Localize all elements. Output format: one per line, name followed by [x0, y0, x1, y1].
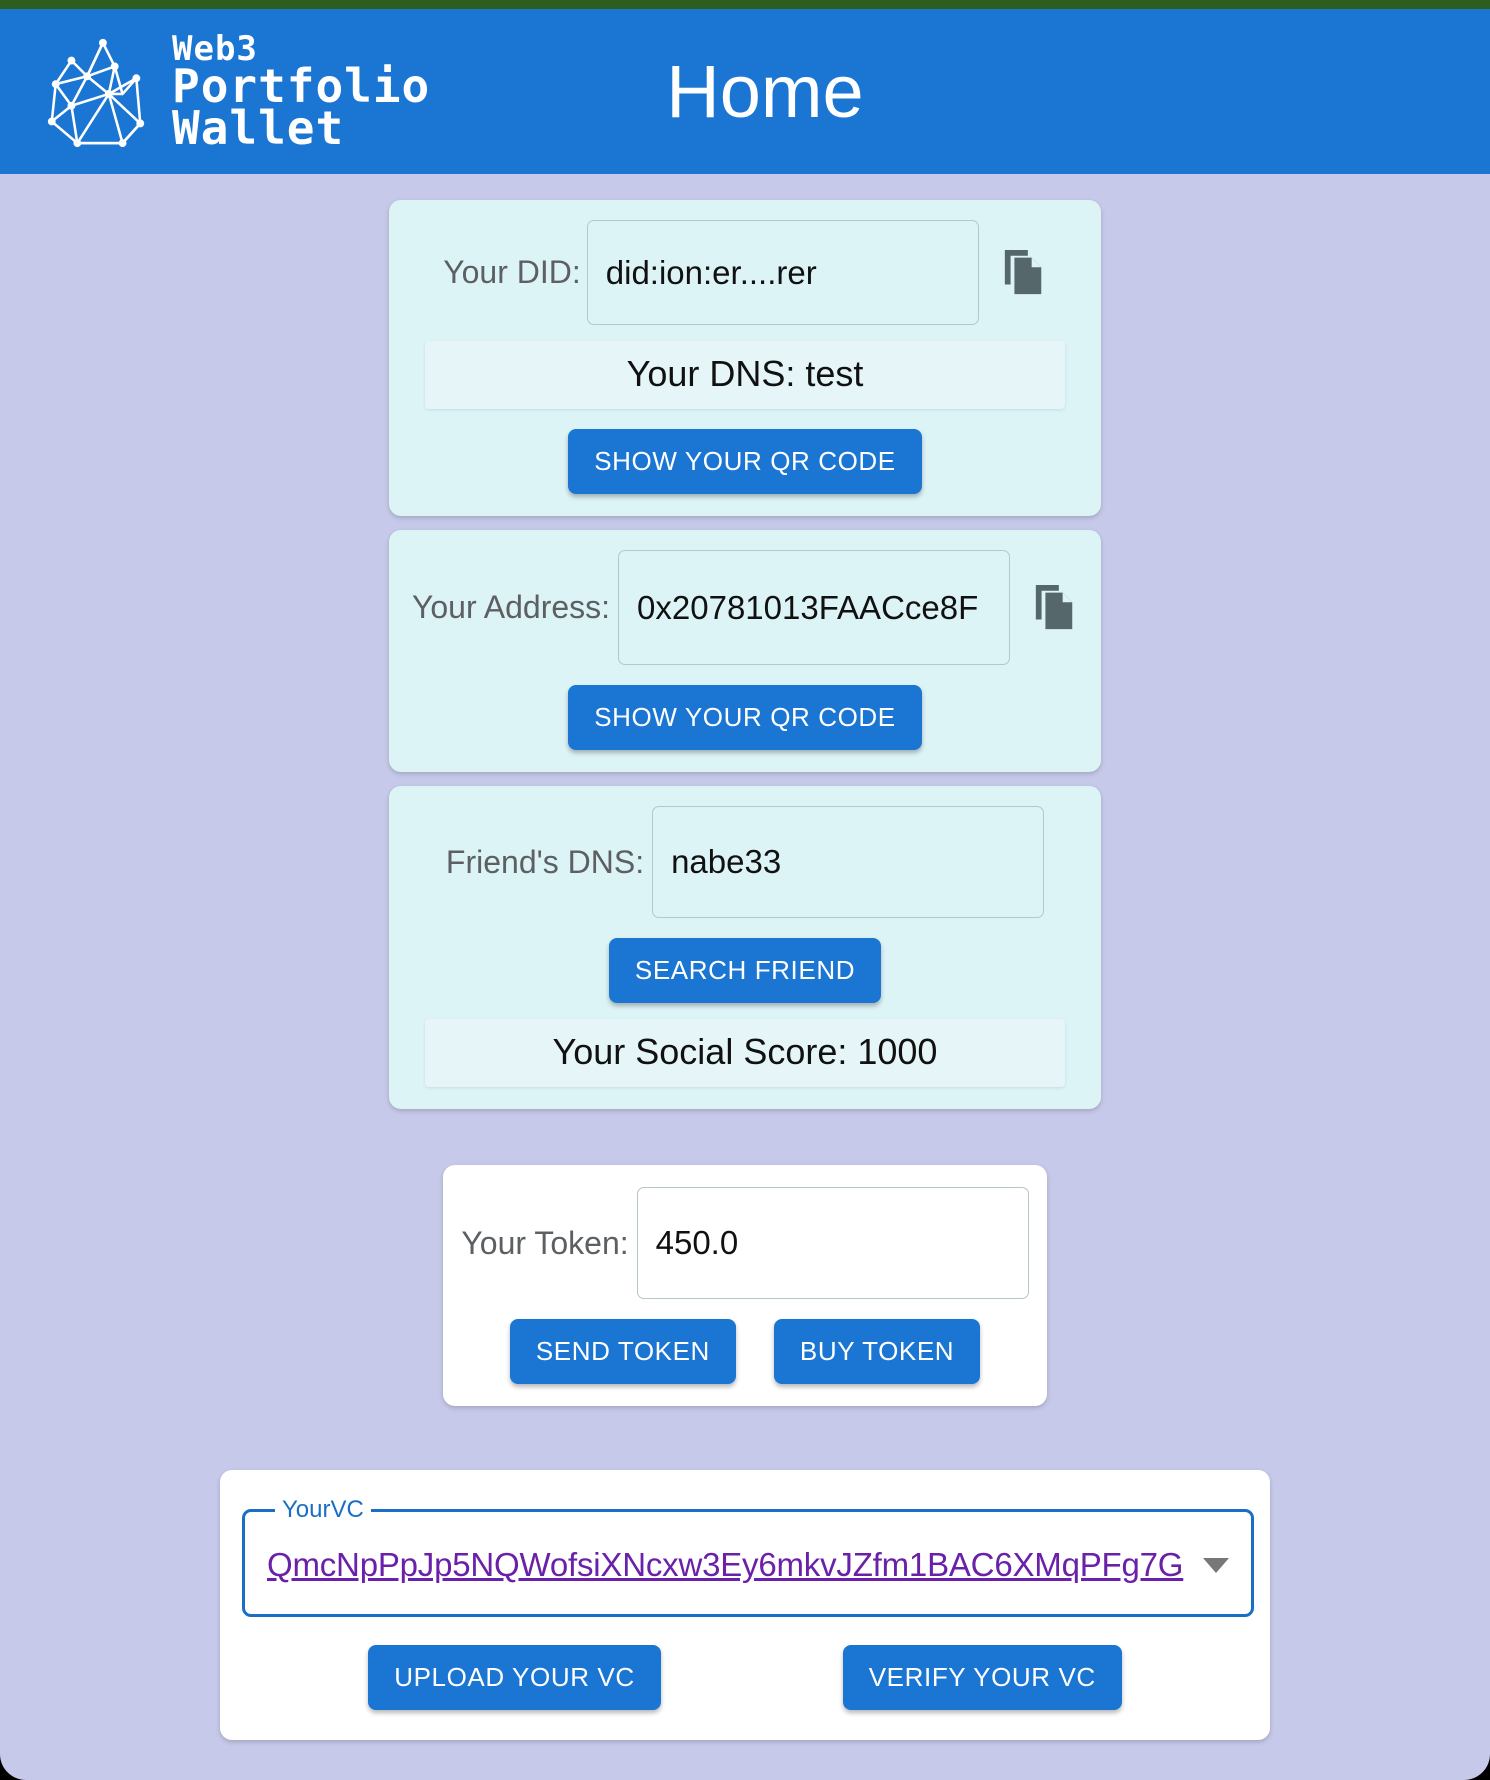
- copy-icon: [1004, 249, 1042, 294]
- vc-card: YourVC QmcNpPpJp5NQWofsiXNcxw3Ey6mkvJZfm…: [220, 1470, 1270, 1740]
- brand-wordmark: Web3 Portfolio Wallet: [172, 31, 430, 156]
- send-token-button[interactable]: SEND TOKEN: [509, 1319, 736, 1384]
- friend-card: Friend's DNS: SEARCH FRIEND Your Social …: [389, 786, 1101, 1109]
- vc-button-row: UPLOAD YOUR VC VERIFY YOUR VC: [242, 1645, 1248, 1710]
- did-input[interactable]: [586, 220, 979, 325]
- token-row: Your Token:: [443, 1187, 1047, 1299]
- did-button-row: SHOW YOUR QR CODE: [389, 429, 1101, 494]
- token-card: Your Token: SEND TOKEN BUY TOKEN: [443, 1165, 1047, 1406]
- did-card: Your DID: Your DNS: test SHOW YOUR QR CO…: [389, 200, 1101, 516]
- vc-selected-value[interactable]: QmcNpPpJp5NQWofsiXNcxw3Ey6mkvJZfm1BAC6XM…: [267, 1546, 1183, 1584]
- wireframe-polygon-logo: [47, 38, 145, 147]
- address-label: Your Address:: [411, 589, 611, 625]
- brand-line-3: Wallet: [172, 101, 345, 156]
- main-content: Your DID: Your DNS: test SHOW YOUR QR CO…: [0, 174, 1490, 1740]
- friend-dns-label: Friend's DNS:: [445, 843, 645, 880]
- did-row: Your DID:: [389, 220, 1101, 325]
- token-input[interactable]: [636, 1187, 1029, 1299]
- friend-dns-input[interactable]: [652, 806, 1045, 918]
- token-button-row: SEND TOKEN BUY TOKEN: [443, 1319, 1047, 1384]
- show-address-qr-button[interactable]: SHOW YOUR QR CODE: [568, 685, 922, 750]
- buy-token-button[interactable]: BUY TOKEN: [773, 1319, 981, 1384]
- token-label: Your Token:: [461, 1224, 629, 1261]
- vc-legend: YourVC: [282, 1496, 364, 1523]
- app-header: Web3 Portfolio Wallet Home: [0, 9, 1490, 174]
- address-input[interactable]: [618, 550, 1011, 665]
- vc-fieldset: YourVC QmcNpPpJp5NQWofsiXNcxw3Ey6mkvJZfm…: [242, 1496, 1255, 1617]
- address-row: Your Address:: [389, 550, 1101, 665]
- copy-address-button[interactable]: [1032, 582, 1078, 634]
- upload-vc-button[interactable]: UPLOAD YOUR VC: [368, 1645, 661, 1710]
- app-viewport: Web3 Portfolio Wallet Home Your DID: did…: [0, 0, 1490, 1780]
- vc-select[interactable]: QmcNpPpJp5NQWofsiXNcxw3Ey6mkvJZfm1BAC6XM…: [267, 1534, 1230, 1592]
- friend-row: Friend's DNS:: [389, 806, 1101, 918]
- address-card: Your Address: SHOW YOUR QR CODE: [389, 530, 1101, 772]
- address-button-row: SHOW YOUR QR CODE: [389, 685, 1101, 750]
- search-friend-button[interactable]: SEARCH FRIEND: [608, 938, 882, 1003]
- brand-logo: Web3 Portfolio Wallet: [38, 31, 430, 156]
- did-label: Your DID:: [443, 254, 581, 290]
- show-did-qr-button[interactable]: SHOW YOUR QR CODE: [568, 429, 922, 494]
- verify-vc-button[interactable]: VERIFY YOUR VC: [842, 1645, 1122, 1710]
- chevron-down-icon[interactable]: [1203, 1557, 1230, 1573]
- copy-icon: [1035, 584, 1073, 629]
- social-score-info: Your Social Score: 1000: [425, 1019, 1065, 1087]
- copy-did-button[interactable]: [1001, 247, 1047, 299]
- friend-button-row: SEARCH FRIEND: [389, 938, 1101, 1003]
- top-accent-strip: [0, 0, 1490, 9]
- dns-info: Your DNS: test: [425, 341, 1065, 409]
